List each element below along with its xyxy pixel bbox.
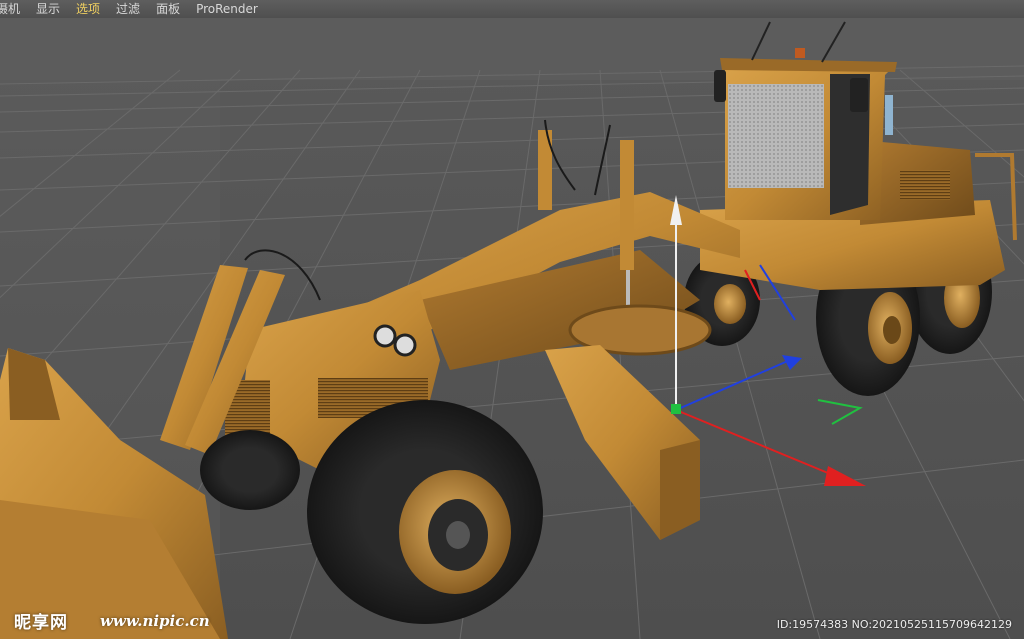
front-wheel-rear [200,430,300,510]
menu-bar: 摄机 显示 选项 过滤 面板 ProRender [0,0,1024,18]
3d-viewport[interactable]: 昵享网 www.nipic.cn ID:19574383 NO:20210525… [0,18,1024,639]
watermark-site: www.nipic.cn [100,612,210,630]
menu-filter[interactable]: 过滤 [108,0,148,18]
front-wheel [307,400,543,624]
cab-front-window [728,84,824,188]
left-mirror [714,70,726,102]
engine-grill [900,170,950,200]
menu-prorender[interactable]: ProRender [188,0,266,18]
watermark-id: ID:19574383 NO:20210525115709642129 [776,618,1012,631]
beacon-light [795,48,805,58]
menu-display[interactable]: 显示 [28,0,68,18]
menu-camera[interactable]: 摄机 [0,0,28,18]
headlight-2 [393,333,417,357]
right-mirror [850,78,868,112]
headlight-1 [373,324,397,348]
menu-panel[interactable]: 面板 [148,0,188,18]
menu-options[interactable]: 选项 [68,0,108,18]
viewport-scene [0,18,1024,639]
gizmo-origin[interactable] [671,404,681,414]
cylinder-rod [626,270,630,310]
watermark-logo: 昵享网 [14,613,68,633]
exhaust-pipe [885,95,893,135]
lift-cylinder-2 [620,140,634,270]
